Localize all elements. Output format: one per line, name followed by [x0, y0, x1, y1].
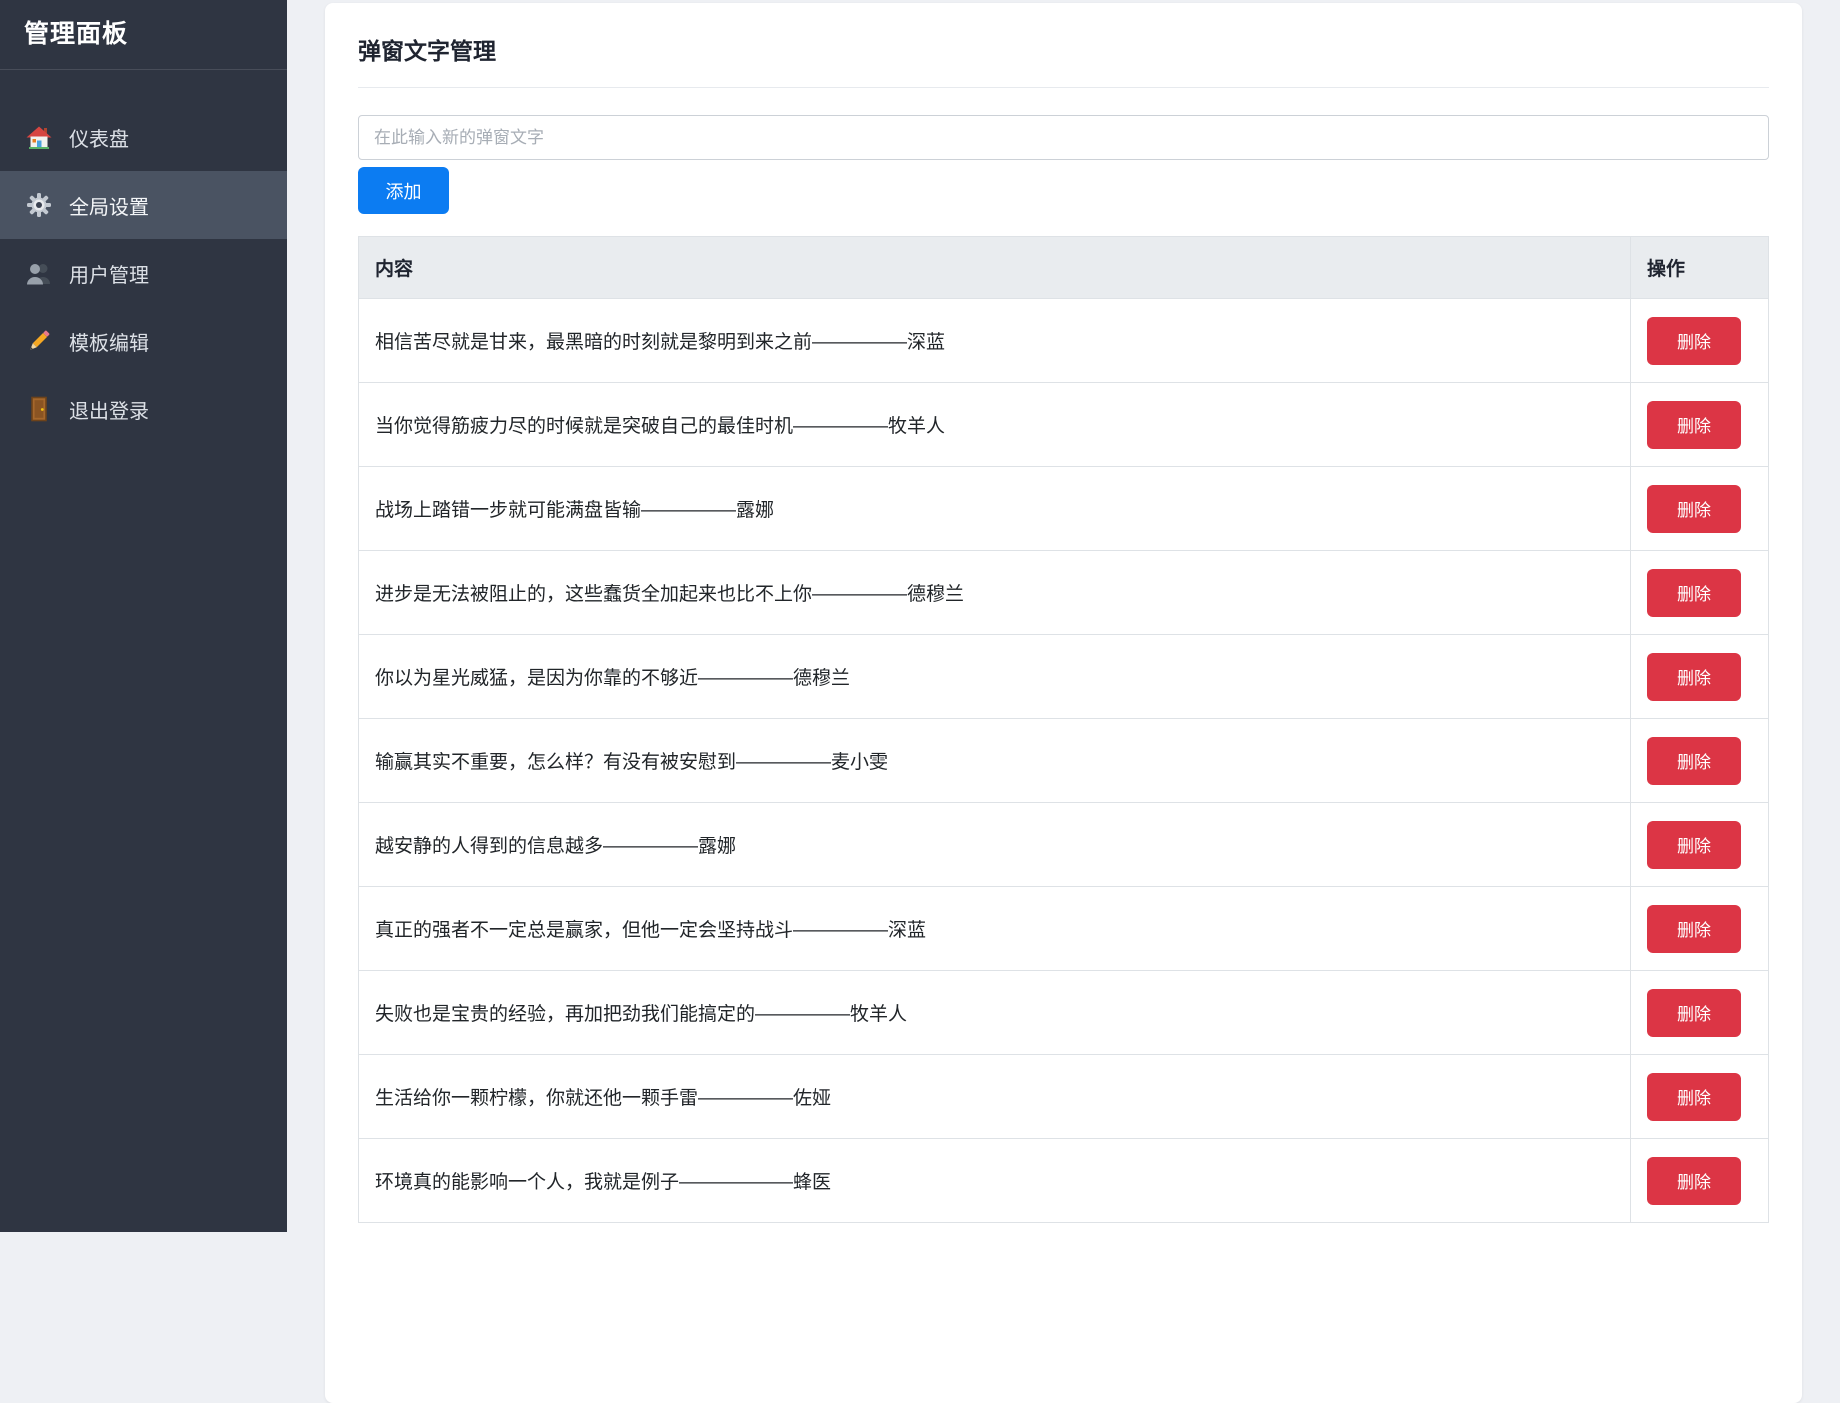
table-row: 进步是无法被阻止的，这些蠢货全加起来也比不上你—————德穆兰 删除 [359, 551, 1769, 635]
sidebar-item-template-edit[interactable]: 模板编辑 [0, 307, 287, 375]
delete-button[interactable]: 删除 [1647, 905, 1741, 953]
table-row: 越安静的人得到的信息越多—————露娜 删除 [359, 803, 1769, 887]
sidebar-item-dashboard[interactable]: 仪表盘 [0, 103, 287, 171]
column-header-content: 内容 [359, 237, 1631, 299]
delete-button[interactable]: 删除 [1647, 1157, 1741, 1205]
delete-button[interactable]: 删除 [1647, 317, 1741, 365]
delete-button[interactable]: 删除 [1647, 653, 1741, 701]
row-actions: 删除 [1631, 383, 1769, 467]
delete-button[interactable]: 删除 [1647, 737, 1741, 785]
table-row: 环境真的能影响一个人，我就是例子——————蜂医 删除 [359, 1139, 1769, 1223]
title-divider [358, 87, 1769, 88]
table-row: 你以为星光威猛，是因为你靠的不够近—————德穆兰 删除 [359, 635, 1769, 719]
row-content: 失败也是宝贵的经验，再加把劲我们能搞定的—————牧羊人 [359, 971, 1631, 1055]
sidebar-item-label: 退出登录 [69, 395, 149, 424]
table-row: 失败也是宝贵的经验，再加把劲我们能搞定的—————牧羊人 删除 [359, 971, 1769, 1055]
popup-text-card: 弹窗文字管理 添加 内容 操作 相信苦尽就是甘来，最黑暗的时刻就是黎明到来之前—… [325, 3, 1802, 1403]
row-actions: 删除 [1631, 719, 1769, 803]
row-content: 当你觉得筋疲力尽的时候就是突破自己的最佳时机—————牧羊人 [359, 383, 1631, 467]
row-actions: 删除 [1631, 299, 1769, 383]
add-button[interactable]: 添加 [358, 167, 449, 214]
sidebar-item-label: 全局设置 [69, 191, 149, 220]
sidebar-item-global-settings[interactable]: 全局设置 [0, 171, 287, 239]
table-row: 战场上踏错一步就可能满盘皆输—————露娜 删除 [359, 467, 1769, 551]
page-title: 弹窗文字管理 [358, 35, 1769, 67]
sidebar-nav: 仪表盘 全局设置 [0, 103, 287, 443]
gear-icon [26, 192, 52, 218]
popup-text-table: 内容 操作 相信苦尽就是甘来，最黑暗的时刻就是黎明到来之前—————深蓝 删除 … [358, 236, 1769, 1223]
row-content: 环境真的能影响一个人，我就是例子——————蜂医 [359, 1139, 1631, 1223]
sidebar-title: 管理面板 [0, 0, 287, 70]
door-icon [26, 396, 52, 422]
row-actions: 删除 [1631, 1139, 1769, 1223]
table-row: 相信苦尽就是甘来，最黑暗的时刻就是黎明到来之前—————深蓝 删除 [359, 299, 1769, 383]
delete-button[interactable]: 删除 [1647, 821, 1741, 869]
delete-button[interactable]: 删除 [1647, 989, 1741, 1037]
pencil-icon [26, 328, 52, 354]
main-area: 弹窗文字管理 添加 内容 操作 相信苦尽就是甘来，最黑暗的时刻就是黎明到来之前—… [287, 0, 1840, 1232]
delete-button[interactable]: 删除 [1647, 401, 1741, 449]
row-content: 进步是无法被阻止的，这些蠢货全加起来也比不上你—————德穆兰 [359, 551, 1631, 635]
sidebar-item-users[interactable]: 用户管理 [0, 239, 287, 307]
home-icon [26, 124, 52, 150]
table-row: 输赢其实不重要，怎么样？有没有被安慰到—————麦小雯 删除 [359, 719, 1769, 803]
row-content: 真正的强者不一定总是赢家，但他一定会坚持战斗—————深蓝 [359, 887, 1631, 971]
table-header-row: 内容 操作 [359, 237, 1769, 299]
row-actions: 删除 [1631, 803, 1769, 887]
sidebar: 管理面板 仪表盘 [0, 0, 287, 1232]
row-content: 你以为星光威猛，是因为你靠的不够近—————德穆兰 [359, 635, 1631, 719]
row-actions: 删除 [1631, 467, 1769, 551]
row-content: 战场上踏错一步就可能满盘皆输—————露娜 [359, 467, 1631, 551]
row-actions: 删除 [1631, 551, 1769, 635]
app-layout: 管理面板 仪表盘 [0, 0, 1840, 1232]
delete-button[interactable]: 删除 [1647, 569, 1741, 617]
sidebar-item-label: 仪表盘 [69, 123, 129, 152]
row-actions: 删除 [1631, 971, 1769, 1055]
table-row: 生活给你一颗柠檬，你就还他一颗手雷—————佐娅 删除 [359, 1055, 1769, 1139]
table-row: 当你觉得筋疲力尽的时候就是突破自己的最佳时机—————牧羊人 删除 [359, 383, 1769, 467]
row-content: 生活给你一颗柠檬，你就还他一颗手雷—————佐娅 [359, 1055, 1631, 1139]
row-content: 相信苦尽就是甘来，最黑暗的时刻就是黎明到来之前—————深蓝 [359, 299, 1631, 383]
sidebar-item-label: 模板编辑 [69, 327, 149, 356]
row-actions: 删除 [1631, 1055, 1769, 1139]
row-content: 越安静的人得到的信息越多—————露娜 [359, 803, 1631, 887]
row-actions: 删除 [1631, 887, 1769, 971]
table-body: 相信苦尽就是甘来，最黑暗的时刻就是黎明到来之前—————深蓝 删除 当你觉得筋疲… [359, 299, 1769, 1223]
new-popup-text-input[interactable] [358, 115, 1769, 160]
users-icon [26, 260, 52, 286]
delete-button[interactable]: 删除 [1647, 485, 1741, 533]
table-row: 真正的强者不一定总是赢家，但他一定会坚持战斗—————深蓝 删除 [359, 887, 1769, 971]
sidebar-item-logout[interactable]: 退出登录 [0, 375, 287, 443]
sidebar-item-label: 用户管理 [69, 259, 149, 288]
delete-button[interactable]: 删除 [1647, 1073, 1741, 1121]
row-content: 输赢其实不重要，怎么样？有没有被安慰到—————麦小雯 [359, 719, 1631, 803]
row-actions: 删除 [1631, 635, 1769, 719]
column-header-actions: 操作 [1631, 237, 1769, 299]
